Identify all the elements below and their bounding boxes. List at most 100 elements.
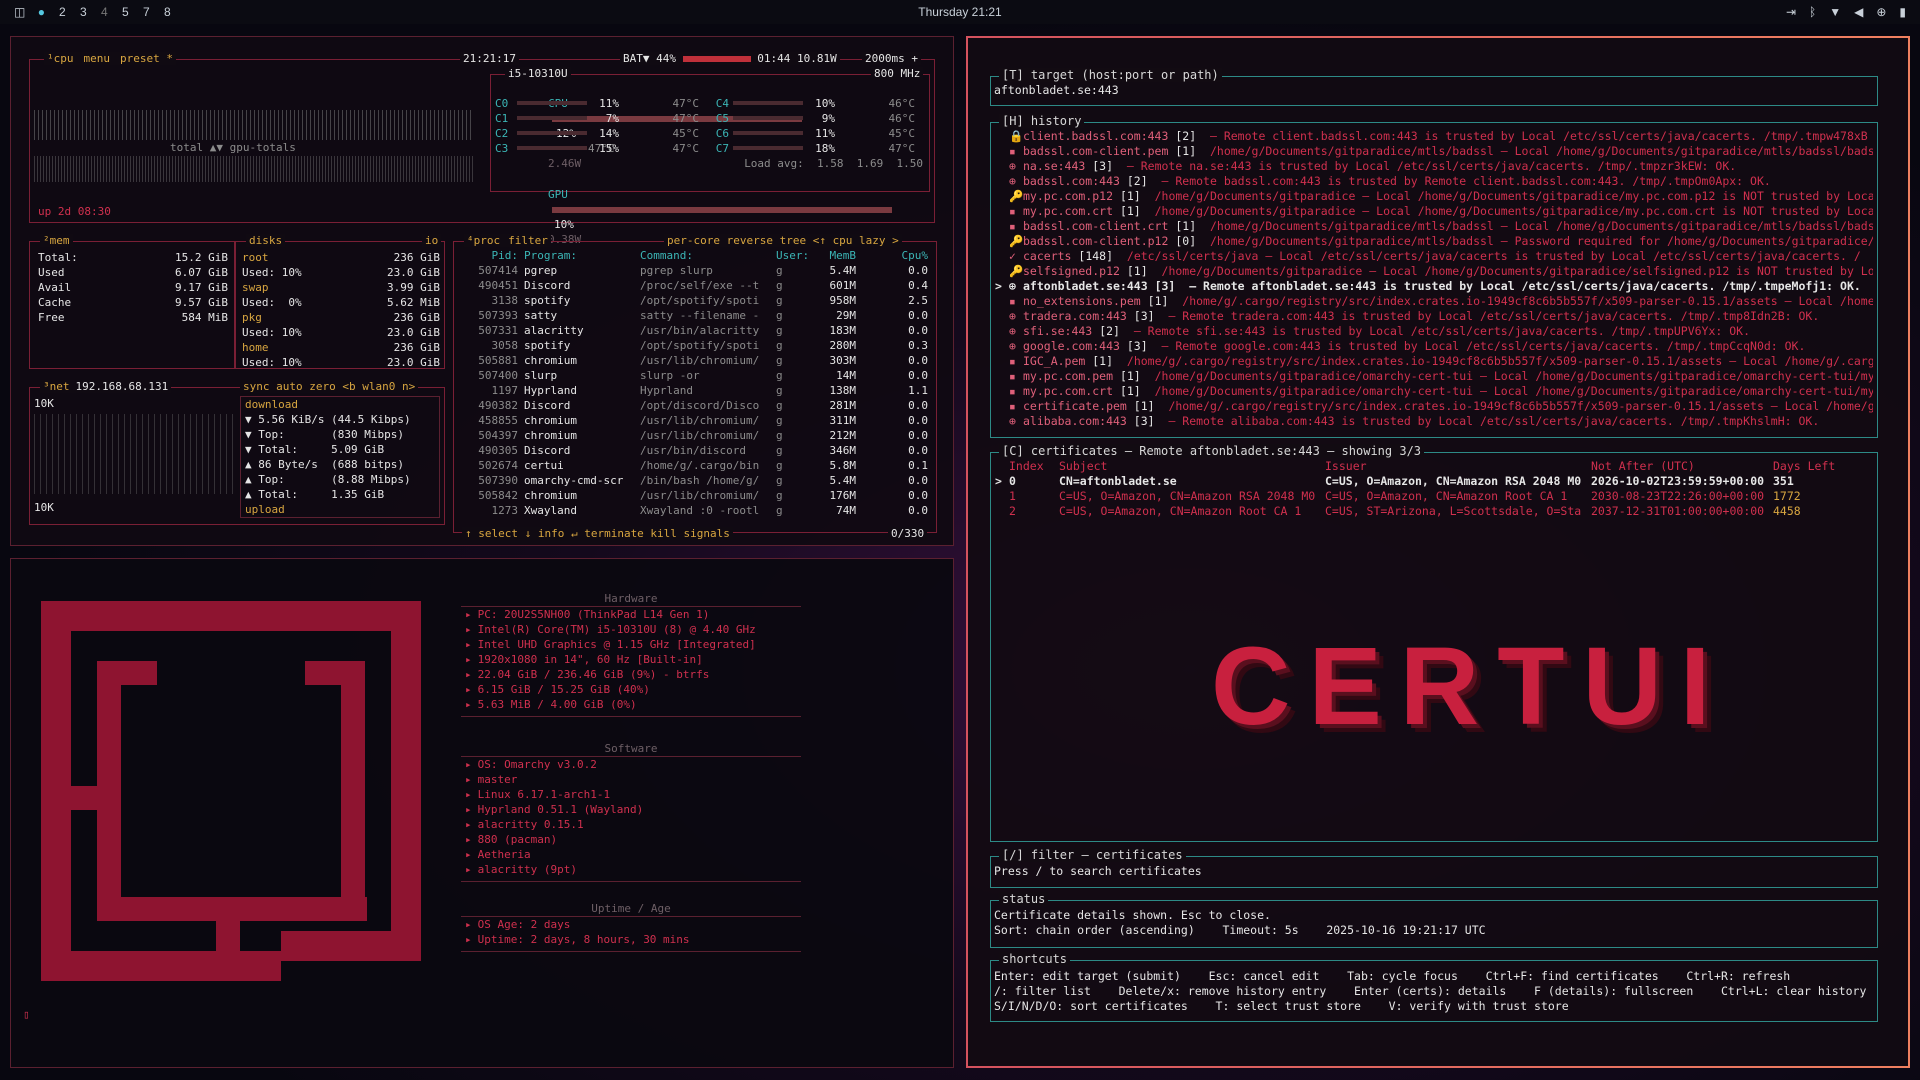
io-toggle[interactable]: io [422, 234, 442, 247]
proc-options[interactable]: per-core reverse tree <↑ cpu lazy > [664, 234, 902, 247]
certificate-row[interactable]: 1 C=US, O=Amazon, CN=Amazon RSA 2048 M0 C=… [995, 489, 1873, 504]
proc-row[interactable]: 3138 spotify/opt/spotify/spoti g 958M 2.5 [460, 293, 930, 308]
history-entry[interactable]: ▪ no_extensions.pem [1] /home/g/.cargo/re… [995, 294, 1873, 309]
history-entry[interactable]: ⊕ na.se:443 [3] – Remote na.se:443 is tru… [995, 159, 1873, 174]
filter-input[interactable]: Press / to search certificates [994, 864, 1202, 879]
launcher-icon[interactable]: ◫ [14, 5, 25, 19]
history-entry[interactable]: ⊕ sfi.se:443 [2] – Remote sfi.se:443 is t… [995, 324, 1873, 339]
workspace-4[interactable]: 4 [99, 5, 109, 19]
col-pid[interactable]: Pid: [460, 248, 519, 263]
filter-box[interactable]: [/] filter – certificates Press / to sea… [990, 848, 1878, 888]
history-entry[interactable]: ▪ badssl.com-client.pem [1] /home/g/Docum… [995, 144, 1873, 159]
logout-icon[interactable]: ⇥ [1786, 5, 1796, 19]
history-entry[interactable]: ▪ IGC_A.pem [1] /home/g/.cargo/registry/s… [995, 354, 1873, 369]
battery-icon[interactable]: ▮ [1899, 5, 1906, 19]
history-entry[interactable]: ⊕ badssl.com:443 [2] – Remote badssl.com:… [995, 174, 1873, 189]
history-entry[interactable]: ▪ my.pc.com.crt [1] /home/g/Documents/git… [995, 384, 1873, 399]
gpu-totals-label[interactable]: total ▲▼ gpu-totals [170, 140, 296, 155]
target-box[interactable]: [T] target (host:port or path) aftonblad… [990, 68, 1878, 106]
history-entry[interactable]: 🔑selfsigned.p12 [1] /home/g/Documents/gi… [995, 264, 1873, 279]
history-entry[interactable]: ⊕ tradera.com:443 [3] – Remote tradera.co… [995, 309, 1873, 324]
history-entry[interactable]: ✓ cacerts [148] /etc/ssl/certs/java – Loc… [995, 249, 1873, 264]
history-box[interactable]: [H] history 🔒client.badssl.com:443 [2] –… [990, 114, 1878, 438]
col-issuer[interactable]: Issuer [1325, 459, 1591, 474]
history-detail: – Remote na.se:443 is trusted by Local /… [1126, 159, 1737, 173]
fastfetch-window[interactable]: ▯ Hardware ▸ PC: 20U2S5NH00 (ThinkPad L14… [10, 558, 954, 1068]
proc-row[interactable]: 507393 satty satty --filename - g 29M 0.0 [460, 308, 930, 323]
bluetooth-icon[interactable]: ᛒ [1809, 5, 1816, 19]
proc-row[interactable]: 502674 certui/home/g/.cargo/bin g 5.8M 0.1 [460, 458, 930, 473]
cpu-icon[interactable]: ⊕ [1876, 5, 1886, 19]
proc-row[interactable]: 458855 chromium/usr/lib/chromium/g 311M 0.0 [460, 413, 930, 428]
proc-row[interactable]: 507390 omarchy-cmd-scr/bin/bash /home/g/g… [460, 473, 930, 488]
net-box: ³net 192.168.68.131 sync auto zero <b wl… [29, 380, 445, 525]
proc-command: /opt/spotify/spoti [640, 294, 760, 307]
uptime-list: ▸ OS Age: 2 days ▸ Uptime: 2 days, 8 hours,… [461, 917, 801, 947]
proc-row[interactable]: 3058 spotify/opt/spotify/spoti g 280M 0.3 [460, 338, 930, 353]
workspace-5[interactable]: 5 [120, 5, 130, 19]
proc-pid: 1273 [491, 504, 519, 517]
certificates-box[interactable]: [C] certificates – Remote aftonbladet.se… [990, 444, 1878, 842]
net-tab[interactable]: ³net [43, 380, 70, 393]
proc-footer-keys[interactable]: ↑ select ↓ info ↵ terminate kill signals [465, 527, 730, 540]
col-user[interactable]: User: [776, 248, 816, 263]
workspace-3[interactable]: 3 [78, 5, 88, 19]
volume-icon[interactable]: ◀ [1854, 5, 1863, 19]
col-subject[interactable]: Subject [1059, 459, 1325, 474]
history-entry[interactable]: 🔑my.pc.com.p12 [1] /home/g/Documents/git… [995, 189, 1873, 204]
certificate-row[interactable]: >0 CN=aftonbladet.se C=US, O=Amazon, CN=Am… [995, 474, 1873, 489]
proc-filter[interactable]: filter [508, 234, 548, 247]
col-index[interactable]: Index [995, 459, 1059, 474]
proc-row[interactable]: 490305 Discord/usr/bin/discord g 346M 0.0 [460, 443, 930, 458]
proc-row[interactable]: 504397 chromium/usr/lib/chromium/g 212M 0.0 [460, 428, 930, 443]
certui-window[interactable]: [T] target (host:port or path) aftonblad… [966, 36, 1910, 1068]
history-entry[interactable]: 🔑badssl.com-client.p12 [0] /home/g/Docum… [995, 234, 1873, 249]
col-command[interactable]: Command: [640, 248, 776, 263]
btop-window[interactable]: ¹cpu menu preset * 21:21:17 BAT▼ 44% 01:… [10, 36, 954, 546]
clock[interactable]: Thursday 21:21 [0, 5, 1920, 19]
history-entry[interactable]: ▪ my.pc.com.crt [1] /home/g/Documents/git… [995, 204, 1873, 219]
history-entry[interactable]: ▪ badssl.com-client.crt [1] /home/g/Docum… [995, 219, 1873, 234]
col-not-after[interactable]: Not After (UTC) [1591, 459, 1773, 474]
proc-row[interactable]: 507331 alacritty/usr/bin/alacritty g 183M 0.… [460, 323, 930, 338]
workspace-active-icon[interactable]: ● [36, 5, 46, 19]
col-cpu[interactable]: Cpu% [856, 248, 929, 263]
col-mem[interactable]: MemB [816, 248, 857, 263]
cpu-tab[interactable]: ¹cpu [47, 52, 74, 65]
history-detail: – Remote aftonbladet.se:443 is trusted b… [1189, 279, 1861, 293]
net-options[interactable]: sync auto zero <b wlan0 n> [240, 380, 419, 393]
hardware-icon: ▸ [465, 668, 472, 681]
history-entry[interactable]: ⊕ alibaba.com:443 [3] – Remote alibaba.co… [995, 414, 1873, 429]
proc-tab[interactable]: ⁴proc [467, 234, 500, 247]
proc-row[interactable]: 490382 Discord/opt/discord/Disco g 281M 0.0 [460, 398, 930, 413]
menu-tab[interactable]: menu [84, 52, 111, 65]
history-entry[interactable]: > ⊕ aftonbladet.se:443 [3] – Remote aftonb… [995, 279, 1873, 294]
workspace-2[interactable]: 2 [57, 5, 67, 19]
history-entry[interactable]: ⊕ google.com:443 [3] – Remote google.com:… [995, 339, 1873, 354]
cert-subject: CN=aftonbladet.se [1059, 474, 1177, 488]
proc-row[interactable]: 505881 chromium/usr/lib/chromium/g 303M 0.0 [460, 353, 930, 368]
proc-row[interactable]: 1197 Hyprland Hyprland g 138M 1.1 [460, 383, 930, 398]
proc-row[interactable]: 490451 Discord/proc/self/exe --t g 601M 0.4 [460, 278, 930, 293]
target-input[interactable]: aftonbladet.se:443 [994, 83, 1119, 98]
disks-box-title[interactable]: disks [246, 234, 286, 247]
history-entry[interactable]: ▪ certificate.pem [1] /home/g/.cargo/regi… [995, 399, 1873, 414]
col-program[interactable]: Program: [518, 248, 640, 263]
history-entry[interactable]: ▪ my.pc.com.pem [1] /home/g/Documents/git… [995, 369, 1873, 384]
preset-tab[interactable]: preset * [120, 52, 173, 65]
proc-row[interactable]: 507414 pgrep pgrep slurp g 5.4M 0.0 [460, 263, 930, 278]
wifi-icon[interactable]: ▼ [1829, 5, 1841, 19]
proc-row[interactable]: 507400 slurp slurp -or g 14M 0.0 [460, 368, 930, 383]
update-interval[interactable]: 2000ms + [862, 52, 921, 65]
workspace-7[interactable]: 7 [141, 5, 151, 19]
col-days-left[interactable]: Days Left [1773, 459, 1835, 474]
mem-box-title[interactable]: ²mem [40, 234, 73, 247]
workspace-8[interactable]: 8 [162, 5, 172, 19]
history-entry[interactable]: 🔒client.badssl.com:443 [2] – Remote clie… [995, 129, 1873, 144]
proc-row[interactable]: 505842 chromium/usr/lib/chromium/g 176M 0.0 [460, 488, 930, 503]
proc-cpu: 0.1 [908, 459, 928, 472]
proc-mem: 303M [829, 354, 857, 367]
history-icon: 🔑 [1009, 234, 1024, 248]
certificate-row[interactable]: 2 C=US, O=Amazon, CN=Amazon Root CA 1 C=US… [995, 504, 1873, 519]
proc-row[interactable]: 1273 Xwayland Xwayland :0 -rootl g 74M 0.0 [460, 503, 930, 518]
